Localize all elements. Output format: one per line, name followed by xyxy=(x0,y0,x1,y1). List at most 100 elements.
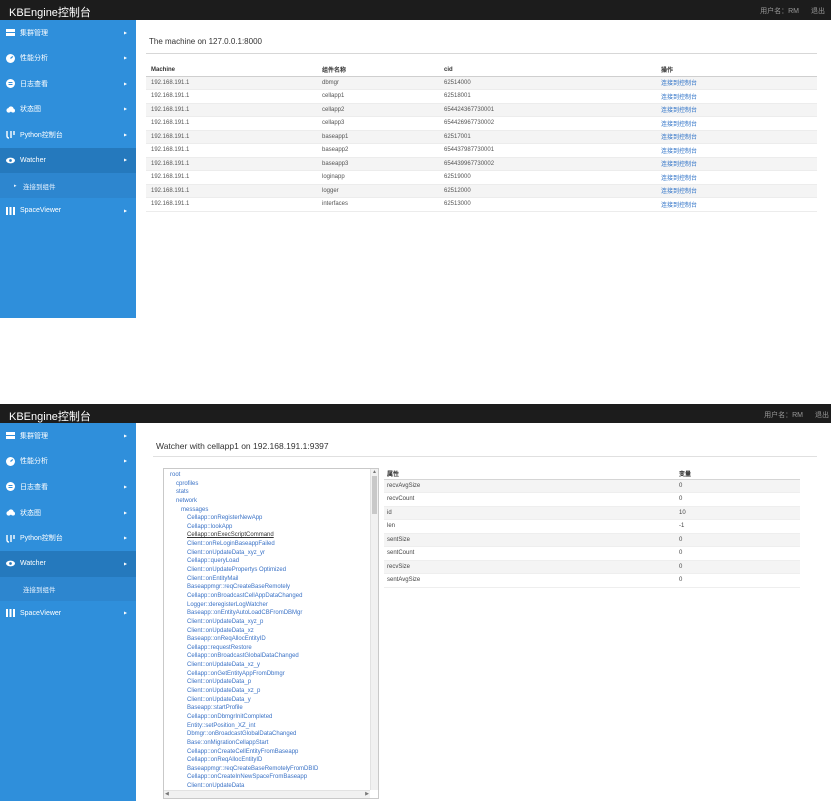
tree-node[interactable]: Baseapp::onReqAllocEntityID xyxy=(164,635,369,644)
connect-console-link[interactable]: 连接到控制台 xyxy=(661,203,697,209)
sidebar-item-status[interactable]: 状态图 ▸ xyxy=(0,97,136,123)
tree-node[interactable]: root xyxy=(164,471,369,480)
sidebar-item-cluster[interactable]: 集群管理 ▸ xyxy=(0,20,136,46)
tree-node[interactable]: Cellapp::onBroadcastCellAppDataChanged xyxy=(164,592,369,601)
sidebar-item-status[interactable]: 状态图 ▸ xyxy=(0,500,136,526)
tree-node[interactable]: Client::onUpdateData_xyz_p xyxy=(164,618,369,627)
cell-action: 连接到控制台 xyxy=(656,157,817,171)
tree-node[interactable]: Client::onUpdateData_p xyxy=(164,678,369,687)
tree-node[interactable]: Entity::setPosition_XZ_int xyxy=(164,722,369,731)
tree-node[interactable]: messages xyxy=(164,506,369,515)
tree-node[interactable]: Client::onUpdateData_y xyxy=(164,696,369,705)
connect-console-link[interactable]: 连接到控制台 xyxy=(661,81,697,87)
tree-node[interactable]: Cellapp::onDbmgrInitCompleted xyxy=(164,713,369,722)
sidebar-subitem-label: 连接到组件 xyxy=(23,183,56,191)
sidebar-item-watcher[interactable]: Watcher ▸ xyxy=(0,550,136,577)
tree-node[interactable]: Baseappmgr::reqCreateBaseRemotelyFromDBI… xyxy=(164,765,369,774)
cell-property-name: sentAvgSize xyxy=(384,573,676,588)
tree-node[interactable]: Logger::deregisterLogWatcher xyxy=(164,601,369,610)
tree-node[interactable]: Baseapp::onEntityAutoLoadCBFromDBMgr xyxy=(164,609,369,618)
sidebar-item-profiling[interactable]: 性能分析 ▸ xyxy=(0,46,136,72)
tree-node[interactable]: stats xyxy=(164,488,369,497)
tree-node[interactable]: Cellapp::onCreateInNewSpaceFromBaseapp xyxy=(164,773,369,782)
tree-node[interactable]: Baseapp::startProfile xyxy=(164,704,369,713)
sidebar-item-label: Python控制台 xyxy=(20,131,63,139)
sidebar-subitem-connect[interactable]: ▸ 连接到组件 xyxy=(0,173,136,198)
watcher-tree[interactable]: root cprofiles stats network messages Cellapp… xyxy=(163,468,379,799)
sidebar-item-logs[interactable]: 日志查看 ▸ xyxy=(0,474,136,500)
sidebar-item-label: 集群管理 xyxy=(20,29,48,37)
tree-node[interactable]: Cellapp::requestRestore xyxy=(164,644,369,653)
scroll-right-icon[interactable]: ▶ xyxy=(365,791,369,797)
tree-node[interactable]: Cellapp::onBroadcastGlobalDataChanged xyxy=(164,652,369,661)
connect-console-link[interactable]: 连接到控制台 xyxy=(661,189,697,195)
cell-action: 连接到控制台 xyxy=(656,76,817,90)
connect-console-link[interactable]: 连接到控制台 xyxy=(661,95,697,101)
scroll-left-icon[interactable]: ◀ xyxy=(165,791,169,797)
tree-node[interactable]: Cellapp::queryLoad xyxy=(164,557,369,566)
sidebar-item-watcher[interactable]: Watcher ▸ xyxy=(0,147,136,173)
cell-action: 连接到控制台 xyxy=(656,130,817,144)
cell-cid: 62517001 xyxy=(439,130,656,144)
chevron-right-icon: ▸ xyxy=(123,433,127,440)
column-header-name: 组件名称 xyxy=(317,64,439,77)
tree-node[interactable]: Cellapp::onExecScriptCommand xyxy=(164,531,369,540)
chevron-right-icon: ▸ xyxy=(123,535,127,542)
tree-node[interactable]: cprofiles xyxy=(164,480,369,489)
table-row: 192.168.191.1 baseapp3 654439967730002 连接到控… xyxy=(146,157,817,171)
cell-cid: 62514000 xyxy=(439,76,656,90)
tree-node[interactable]: Client::onUpdateData_xz xyxy=(164,627,369,636)
scrollbar-thumb[interactable] xyxy=(372,476,377,514)
table-row: 192.168.191.1 baseapp2 654437987730001 连接到控… xyxy=(146,143,817,158)
sidebar-item-profiling[interactable]: 性能分析 ▸ xyxy=(0,449,136,475)
sidebar-item-spaceviewer[interactable]: SpaceViewer ▸ xyxy=(0,601,136,627)
sidebar-item-logs[interactable]: 日志查看 ▸ xyxy=(0,71,136,97)
tree-node[interactable]: network xyxy=(164,497,369,506)
sidebar-subitem-connect[interactable]: 连接到组件 xyxy=(0,576,136,601)
cell-component-name: baseapp3 xyxy=(317,157,439,171)
gauge-icon xyxy=(6,53,15,63)
horizontal-scrollbar[interactable]: ◀ ▶ xyxy=(164,790,370,798)
sidebar-item-label: SpaceViewer xyxy=(20,609,62,617)
tree-node[interactable]: Baseappmgr::reqCreateBaseRemotely xyxy=(164,583,369,592)
tree-node[interactable]: Cellapp::lookApp xyxy=(164,523,369,532)
app-brand[interactable]: KBEngine控制台 xyxy=(9,4,91,20)
connect-console-link[interactable]: 连接到控制台 xyxy=(661,135,697,141)
tree-node[interactable]: Client::onUpdatePropertys Optimized xyxy=(164,566,369,575)
sidebar-item-cluster[interactable]: 集群管理 ▸ xyxy=(0,423,136,449)
logout-link[interactable]: 退出 xyxy=(815,410,829,420)
connect-console-link[interactable]: 连接到控制台 xyxy=(661,176,697,182)
tree-node[interactable]: Cellapp::onCreateCellEntityFromBaseapp xyxy=(164,748,369,757)
sidebar: 集群管理 ▸ 性能分析 ▸ 日志查看 ▸ 状态图 ▸ Python控制台 ▸ W… xyxy=(0,423,136,801)
connect-console-link[interactable]: 连接到控制台 xyxy=(661,108,697,114)
chevron-right-icon: ▸ xyxy=(123,132,127,139)
sidebar-item-label: SpaceViewer xyxy=(20,207,62,215)
tree-node[interactable]: Client::onUpdateData_xyz_yr xyxy=(164,549,369,558)
tree-node[interactable]: Client::onReLoginBaseappFailed xyxy=(164,540,369,549)
tree-node[interactable]: Client::onUpdateData_xz_y xyxy=(164,661,369,670)
tree-node[interactable]: Client::onEntityMail xyxy=(164,575,369,584)
tree-node[interactable]: Client::onUpdateData_xz_p xyxy=(164,687,369,696)
sidebar-item-python-console[interactable]: Python控制台 ▸ xyxy=(0,122,136,148)
app-brand[interactable]: KBEngine控制台 xyxy=(9,408,91,424)
tree-node[interactable]: Base::onMigrationCellappStart xyxy=(164,739,369,748)
component-table: Machine 组件名称 cid 操作 192.168.191.1 dbmgr 62… xyxy=(146,64,817,212)
vertical-scrollbar[interactable]: ▲ xyxy=(370,469,378,790)
scroll-up-icon[interactable]: ▲ xyxy=(372,469,377,475)
tree-node[interactable]: Cellapp::onReqAllocEntityID xyxy=(164,756,369,765)
connect-console-link[interactable]: 连接到控制台 xyxy=(661,149,697,155)
cell-action: 连接到控制台 xyxy=(656,197,817,212)
sidebar-item-spaceviewer[interactable]: SpaceViewer ▸ xyxy=(0,198,136,224)
spaceviewer-icon xyxy=(6,206,15,215)
tree-node[interactable]: Cellapp::onGetEntityAppFromDbmgr xyxy=(164,670,369,679)
connect-console-link[interactable]: 连接到控制台 xyxy=(661,122,697,128)
sidebar-item-python-console[interactable]: Python控制台 ▸ xyxy=(0,525,136,551)
tree-node[interactable]: Cellapp::onRegisterNewApp xyxy=(164,514,369,523)
column-header-value: 变量 xyxy=(676,468,800,480)
cloud-icon xyxy=(6,508,15,517)
connect-console-link[interactable]: 连接到控制台 xyxy=(661,162,697,168)
sidebar-item-label: 性能分析 xyxy=(20,458,48,466)
tree-node[interactable]: Dbmgr::onBroadcastGlobalDataChanged xyxy=(164,730,369,739)
table-row: 192.168.191.1 logger 62512000 连接到控制台 xyxy=(146,184,817,198)
logout-link[interactable]: 退出 xyxy=(811,6,825,16)
